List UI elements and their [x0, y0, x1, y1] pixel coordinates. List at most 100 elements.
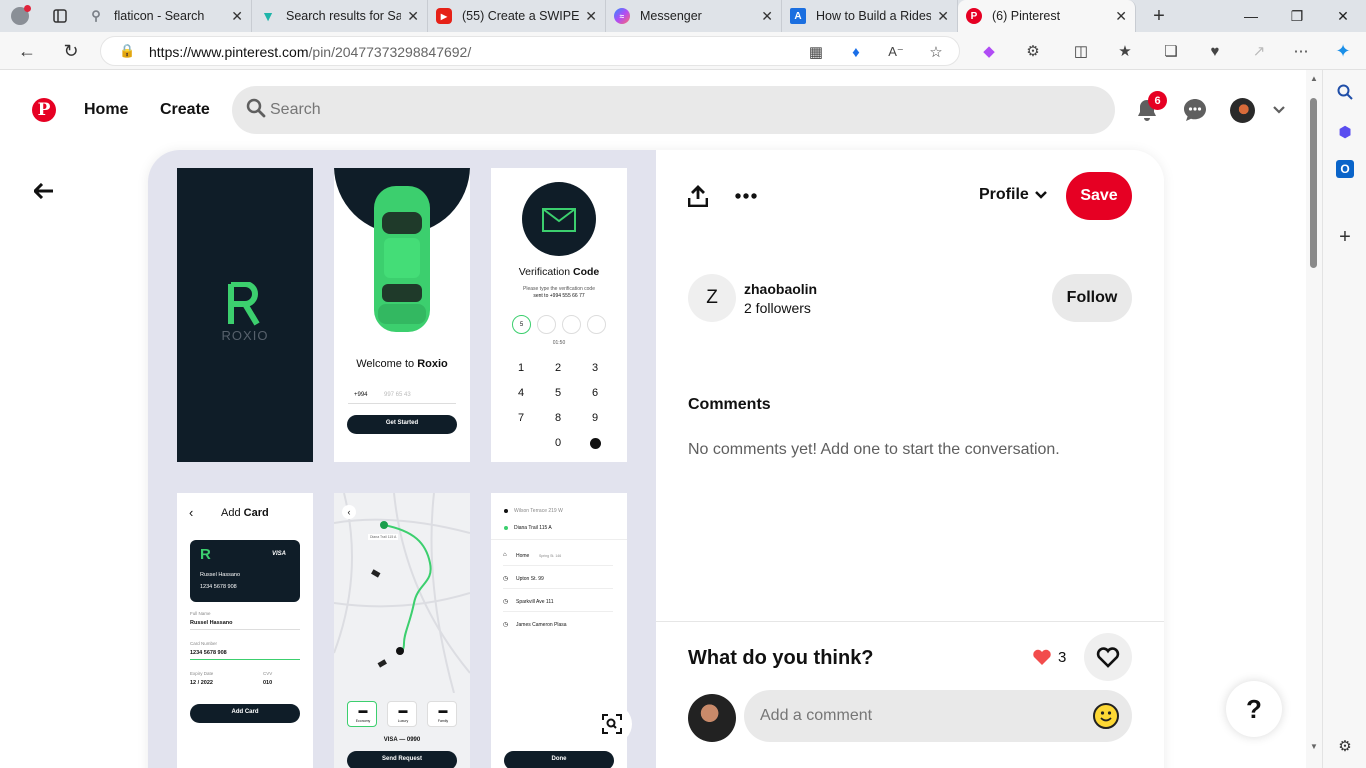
close-window-button[interactable]: ✕ — [1320, 0, 1366, 32]
credit-card: R VISA Russel Hassano 1234 5678 908 — [190, 540, 300, 602]
copilot-icon[interactable]: ✦ — [1328, 36, 1358, 66]
account-menu-button[interactable] — [1263, 94, 1295, 126]
tab-actions-button[interactable] — [40, 0, 80, 32]
browser-tab-active[interactable]: P (6) Pinterest ✕ — [958, 0, 1136, 32]
browser-profile-button[interactable] — [0, 0, 40, 32]
pin-image[interactable]: ROXIO Welcome to Roxio +994 997 65 43 Ge… — [148, 150, 656, 768]
search-bar[interactable] — [232, 86, 1115, 134]
send-request-button: Send Request — [347, 751, 457, 768]
browser-essentials-icon[interactable]: ♥ — [1200, 36, 1230, 66]
page-scrollbar[interactable]: ▲ ▼ — [1306, 70, 1322, 768]
favorite-star-icon[interactable]: ☆ — [921, 37, 951, 67]
save-button[interactable]: Save — [1066, 172, 1132, 220]
read-aloud-icon[interactable]: A⁻ — [881, 37, 911, 67]
user-avatar[interactable] — [1230, 98, 1255, 123]
emoji-icon[interactable] — [1093, 703, 1119, 729]
copilot-ext-icon[interactable]: ◆ — [974, 36, 1004, 66]
shopping-tag-icon[interactable]: ♦ — [841, 37, 871, 67]
keypad-key: 9 — [592, 412, 599, 424]
new-tab-button[interactable]: + — [1136, 0, 1182, 32]
pinterest-logo-icon[interactable]: P — [32, 98, 56, 122]
visual-search-button[interactable] — [592, 704, 632, 744]
search-input[interactable] — [270, 86, 1090, 134]
close-tab-icon[interactable]: ✕ — [585, 8, 597, 25]
close-tab-icon[interactable]: ✕ — [231, 8, 243, 25]
close-tab-icon[interactable]: ✕ — [761, 8, 773, 25]
clock-icon: ◷ — [503, 576, 509, 582]
outlook-icon[interactable]: O — [1336, 160, 1354, 178]
sidebar-search-icon[interactable] — [1333, 80, 1357, 104]
messages-button[interactable] — [1179, 94, 1211, 126]
scroll-up-icon[interactable]: ▲ — [1310, 74, 1318, 83]
refresh-icon: ↻ — [63, 40, 79, 61]
place-name: Home — [516, 553, 530, 559]
code-digit: 5 — [512, 315, 531, 334]
comment-input[interactable] — [760, 690, 1080, 742]
restore-button[interactable]: ❐ — [1274, 0, 1320, 32]
app-available-icon[interactable]: ▦ — [801, 37, 831, 67]
comments-heading[interactable]: Comments — [688, 396, 771, 414]
close-tab-icon[interactable]: ✕ — [937, 8, 949, 25]
chevron-left-icon: ‹ — [189, 505, 194, 520]
chat-bubble-icon — [1184, 99, 1206, 121]
browser-tab[interactable]: ▼ Search results for Sav ✕ — [252, 0, 428, 32]
scrollbar-thumb[interactable] — [1310, 98, 1317, 268]
plus-icon: + — [1153, 4, 1165, 27]
scroll-down-icon[interactable]: ▼ — [1310, 742, 1318, 751]
browser-tab[interactable]: ⚲ flaticon - Search ✕ — [80, 0, 252, 32]
favorites-icon[interactable]: ★ — [1110, 36, 1140, 66]
sidebar-add-icon[interactable]: + — [1333, 225, 1357, 249]
card-holder: Russel Hassano — [200, 572, 241, 578]
reaction-summary[interactable]: 3 — [1032, 648, 1066, 666]
keypad-key: 3 — [592, 362, 599, 374]
board-select-dropdown[interactable]: Profile — [979, 186, 1047, 204]
sidebar-settings-icon[interactable]: ⚙ — [1333, 734, 1357, 758]
phone-field: +994 997 65 43 — [348, 388, 456, 404]
card-number-label: Card Number — [190, 641, 218, 646]
home-link[interactable]: Home — [84, 101, 128, 119]
url-host: https://www.pinterest.com — [149, 44, 309, 60]
smiley-face-icon — [1100, 711, 1112, 722]
react-button[interactable] — [1084, 633, 1132, 681]
mockup-splash-screen: ROXIO — [177, 168, 313, 462]
help-button[interactable]: ? — [1226, 681, 1282, 737]
envelope-icon — [542, 208, 576, 232]
keypad-key: 2 — [555, 362, 562, 374]
tab-title: Search results for Sav — [286, 9, 402, 23]
board-select-label: Profile — [979, 186, 1029, 203]
creator-name[interactable]: zhaobaolin — [744, 281, 817, 297]
vectorpouch-icon: ▼ — [261, 8, 275, 24]
mockup-verification-screen: Verification Code Please type the verifi… — [491, 168, 627, 462]
minimize-button[interactable]: — — [1228, 0, 1274, 32]
share-icon[interactable]: ↗ — [1244, 36, 1274, 66]
creator-avatar[interactable]: Z — [688, 274, 736, 322]
more-dots-icon — [735, 193, 757, 199]
browser-tab[interactable]: A How to Build a Rides ✕ — [782, 0, 958, 32]
clock-icon: ◷ — [503, 622, 509, 628]
follow-button[interactable]: Follow — [1052, 274, 1132, 322]
done-button: Done — [504, 751, 614, 768]
close-tab-icon[interactable]: ✕ — [1115, 8, 1127, 25]
extensions-icon[interactable]: ⚙ — [1018, 36, 1048, 66]
pinterest-icon: P — [966, 8, 982, 24]
sidebar-copilot-icon[interactable]: ⬢ — [1333, 120, 1357, 144]
settings-more-icon[interactable]: ⋯ — [1286, 36, 1316, 66]
ride-option-luxury: ▬ Luxury — [387, 701, 417, 727]
comment-box[interactable] — [744, 690, 1132, 742]
browser-tab[interactable]: ▶ (55) Create a SWIPEA ✕ — [428, 0, 606, 32]
create-link[interactable]: Create — [160, 101, 210, 119]
split-screen-icon[interactable]: ◫ — [1066, 36, 1096, 66]
section-divider — [656, 621, 1164, 622]
url-field[interactable]: 🔒 https://www.pinterest.com/pin/20477373… — [100, 36, 960, 66]
more-options-button[interactable] — [730, 180, 762, 212]
close-tab-icon[interactable]: ✕ — [407, 8, 419, 25]
brand-name: ROXIO — [221, 328, 269, 343]
browser-tab[interactable]: ≈ Messenger ✕ — [606, 0, 782, 32]
collections-icon[interactable]: ❏ — [1156, 36, 1186, 66]
back-button[interactable]: ← — [12, 36, 42, 66]
reaction-count: 3 — [1058, 648, 1067, 666]
back-button[interactable] — [28, 175, 60, 207]
share-button[interactable] — [682, 180, 714, 212]
refresh-button[interactable]: ↻ — [56, 36, 86, 66]
messenger-icon: ≈ — [614, 8, 630, 24]
